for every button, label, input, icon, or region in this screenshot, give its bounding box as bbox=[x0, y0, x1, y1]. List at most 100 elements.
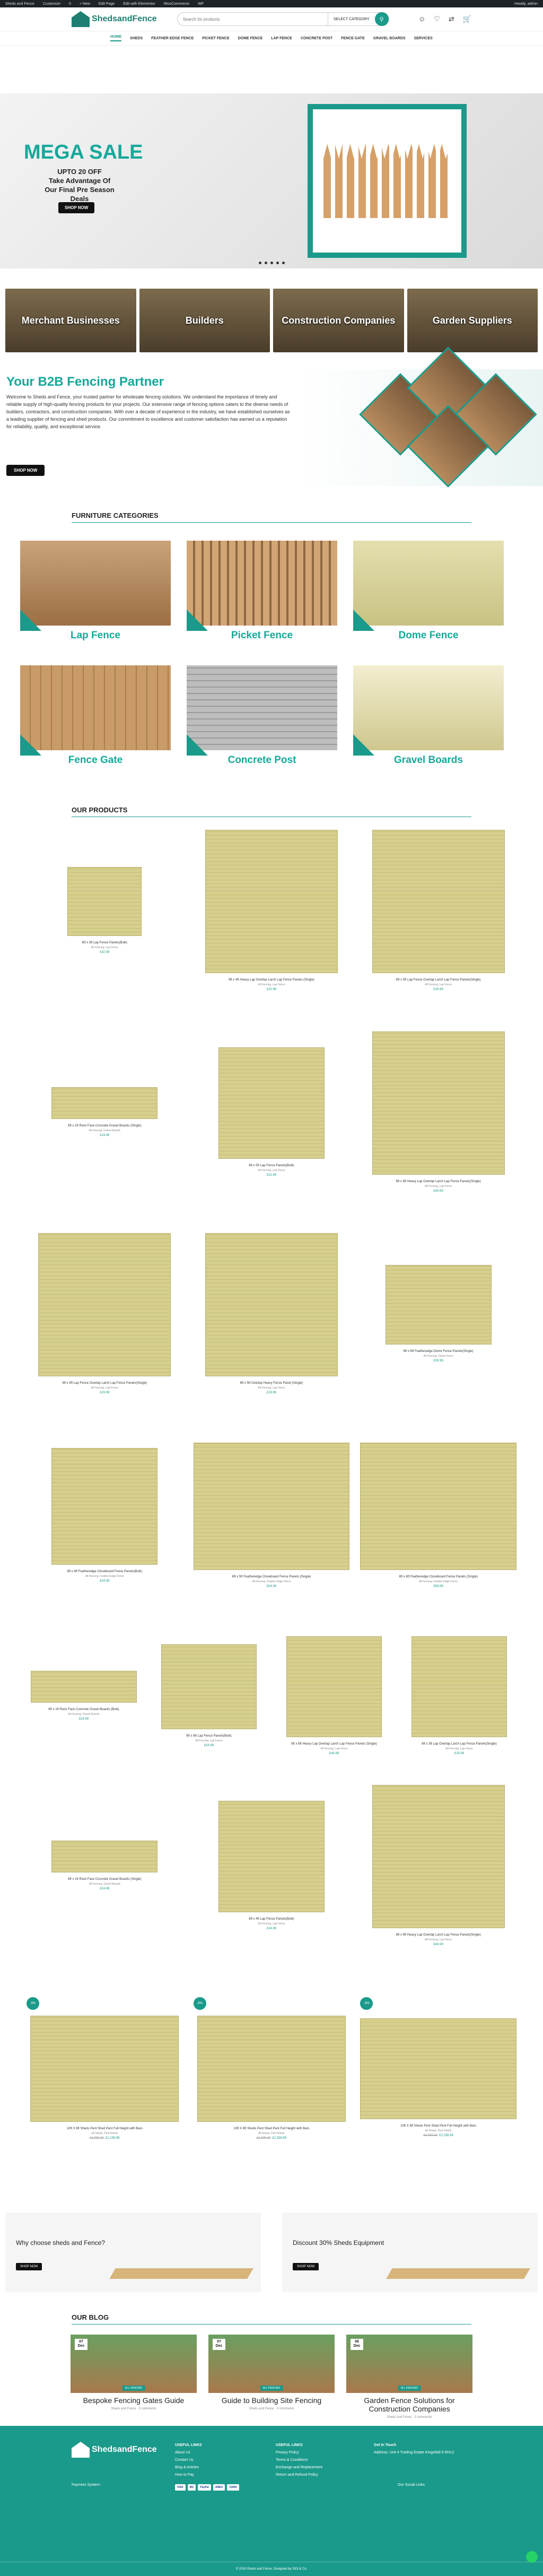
product-card[interactable]: 6ft x 4ft Lap Fence Panels(Bulk) All Fenc… bbox=[188, 1785, 355, 1930]
product-name[interactable]: 6ft x 1ft Rock Face Concrete Gravel Boar… bbox=[21, 1124, 188, 1127]
product-name[interactable]: 6ft x 1ft Rock Face Concrete Gravel Boar… bbox=[21, 1708, 146, 1711]
product-name[interactable]: 6ft x 4ft Lap Fence Panels(Bulk) bbox=[188, 1918, 355, 1921]
compare-icon[interactable]: ⇄ bbox=[449, 15, 454, 23]
product-card[interactable]: 6ft x 5ft Lap Fence Overlap Larch Lap Fe… bbox=[355, 830, 522, 991]
nav-item-sheds[interactable]: SHEDS bbox=[130, 37, 143, 40]
blog-post[interactable]: 06 Dec ALL FENCING Garden Fence Solutions … bbox=[346, 2335, 472, 2419]
product-image[interactable] bbox=[360, 2018, 516, 2119]
nav-item-feather-edge[interactable]: FEATHER EDGE FENCE bbox=[151, 37, 194, 40]
product-card[interactable]: 6ft x 5ft Lap Fence Panels(Bulk) All Fenc… bbox=[188, 1031, 355, 1177]
product-name[interactable]: 6ft x 4ft Heavy Lap Overlap Larch Lap Fe… bbox=[188, 978, 355, 982]
product-card[interactable]: -9% 10ft X 8ft Sheds Pent Shed Pent Full … bbox=[188, 1997, 355, 2140]
search-input[interactable] bbox=[182, 16, 328, 22]
footer-link[interactable]: Contact Us bbox=[175, 2457, 202, 2464]
product-name[interactable]: 6ft x 5ft Lap Fence Panels(Bulk) bbox=[188, 1164, 355, 1167]
product-name[interactable]: 6ft x 6ft Heavy Lap Overlap Larch Lap Fe… bbox=[272, 1742, 397, 1746]
product-image[interactable] bbox=[30, 2016, 179, 2122]
tile-merchant[interactable]: Merchant Businesses bbox=[5, 289, 136, 352]
product-card[interactable]: 6ft x 3ft Lap Fence Panels(Bulk) All Fenc… bbox=[21, 830, 188, 954]
product-image[interactable] bbox=[218, 1801, 325, 1912]
b2b-shop-button[interactable]: SHOP NOW bbox=[6, 465, 45, 476]
admin-user[interactable]: Howdy, admin bbox=[514, 2, 538, 6]
account-icon[interactable]: ☺ bbox=[418, 15, 425, 23]
footer-logo[interactable]: ShedsandFence bbox=[72, 2442, 157, 2458]
search-button[interactable]: ⚲ bbox=[374, 12, 389, 26]
product-card[interactable]: 6ft x 6ft Featheredge Closeboard Fence P… bbox=[355, 1435, 522, 1588]
product-name[interactable]: 6ft x 5ft Lap Fence Overlap Larch Lap Fe… bbox=[21, 1382, 188, 1385]
nav-item-home[interactable]: HOME bbox=[110, 35, 122, 41]
product-card[interactable]: 6ft x 6ft Heavy Lap Overlap Larch Lap Fe… bbox=[355, 1785, 522, 1946]
product-card[interactable]: 6ft x 5ft Overlap Heavy Fence Panel (Sin… bbox=[188, 1233, 355, 1394]
hero-shop-button[interactable]: SHOP NOW bbox=[58, 202, 95, 213]
product-name[interactable]: 6ft x 1ft Rock Face Concrete Gravel Boar… bbox=[21, 1878, 188, 1881]
product-name[interactable]: 10ft X 8ft Sheds Pent Shed Pent Full Hei… bbox=[188, 2127, 355, 2130]
footer-link[interactable]: Privacy Policy bbox=[276, 2449, 322, 2457]
product-name[interactable]: 6ft x 5ft Lap Fence Overlap Larch Lap Fe… bbox=[355, 978, 522, 982]
product-image[interactable] bbox=[205, 1233, 338, 1376]
category-card[interactable]: Dome Fence bbox=[353, 541, 504, 649]
blog-post[interactable]: 07 Dec ALL FENCING Bespoke Fencing Gates G… bbox=[71, 2335, 197, 2419]
nav-item-gate[interactable]: FENCE GATE bbox=[341, 37, 365, 40]
product-card[interactable]: 6ft x 1ft Rock Face Concrete Gravel Boar… bbox=[21, 1615, 146, 1721]
footer-link[interactable]: Exchange and Replacement bbox=[276, 2464, 322, 2471]
slider-dot[interactable] bbox=[276, 262, 279, 264]
product-name[interactable]: 6ft x 6ft Heavy Lap Overlap Larch Lap Fe… bbox=[355, 1933, 522, 1937]
tile-construction[interactable]: Construction Companies bbox=[273, 289, 404, 352]
slider-dot[interactable] bbox=[282, 262, 285, 264]
tile-builders[interactable]: Builders bbox=[139, 289, 270, 352]
product-card[interactable]: 6ft x 6ft Heavy Lap Overlap Larch Lap Fe… bbox=[355, 1031, 522, 1193]
product-name[interactable]: 6ft x 3ft Lap Overlap Larch Lap Fence Pa… bbox=[397, 1742, 522, 1746]
nav-item-dome[interactable]: DOME FENCE bbox=[238, 37, 263, 40]
category-card[interactable]: Lap Fence bbox=[20, 541, 171, 649]
product-image[interactable] bbox=[372, 830, 505, 973]
product-image[interactable] bbox=[372, 1031, 505, 1175]
product-image[interactable] bbox=[51, 1448, 158, 1565]
admin-woo[interactable]: WooCommerce bbox=[164, 2, 190, 6]
product-card[interactable]: 6ft x 1ft Rock Face Concrete Gravel Boar… bbox=[21, 1031, 188, 1137]
category-card[interactable]: Concrete Post bbox=[187, 665, 337, 774]
product-image[interactable] bbox=[197, 2016, 346, 2122]
slider-dot[interactable] bbox=[258, 262, 261, 264]
product-image[interactable] bbox=[193, 1443, 350, 1570]
promo-shop-button[interactable]: SHOP NOW bbox=[16, 2263, 42, 2270]
nav-item-gravel[interactable]: GRAVEL BOARDS bbox=[373, 37, 406, 40]
footer-link[interactable]: Terms & Conditions bbox=[276, 2457, 322, 2464]
product-name[interactable]: 6ft x 5ft Overlap Heavy Fence Panel (Sin… bbox=[188, 1382, 355, 1385]
product-image[interactable] bbox=[385, 1265, 492, 1345]
nav-item-services[interactable]: SERVICES bbox=[414, 37, 433, 40]
footer-link[interactable]: About Us bbox=[175, 2449, 202, 2457]
footer-link[interactable]: Blog & Articles bbox=[175, 2464, 202, 2471]
admin-edit-elementor[interactable]: Edit with Elementor bbox=[123, 2, 155, 6]
admin-customize[interactable]: Customize bbox=[43, 2, 60, 6]
product-name[interactable]: 6ft x 6ft Featheredge Closeboard Fence P… bbox=[355, 1575, 522, 1578]
category-card[interactable]: Fence Gate bbox=[20, 665, 171, 774]
product-name[interactable]: 10ft X 6ft Sheds Pent Shed Pent Full Hei… bbox=[21, 2127, 188, 2130]
slider-dot[interactable] bbox=[270, 262, 273, 264]
footer-link[interactable]: How to Pay bbox=[175, 2471, 202, 2479]
nav-item-concrete[interactable]: CONCRETE POST bbox=[301, 37, 332, 40]
product-card[interactable]: 6ft x 3ft Lap Overlap Larch Lap Fence Pa… bbox=[397, 1615, 522, 1755]
product-image[interactable] bbox=[218, 1047, 325, 1159]
wishlist-icon[interactable]: ♡ bbox=[434, 15, 440, 23]
nav-item-lap[interactable]: LAP FENCE bbox=[271, 37, 292, 40]
tile-garden[interactable]: Garden Suppliers bbox=[407, 289, 538, 352]
post-title[interactable]: Guide to Building Site Fencing bbox=[208, 2396, 335, 2405]
product-card[interactable]: 6ft x 1ft Rock Face Concrete Gravel Boar… bbox=[21, 1785, 188, 1890]
search-category-select[interactable]: SELECT CATEGORY bbox=[328, 13, 375, 25]
blog-post[interactable]: 07 Dec ALL FENCING Guide to Building Site … bbox=[208, 2335, 335, 2419]
site-logo[interactable]: ShedsandFence bbox=[72, 11, 157, 27]
product-image[interactable] bbox=[411, 1636, 507, 1737]
product-card[interactable]: 6ft x 4ft Heavy Lap Overlap Larch Lap Fe… bbox=[188, 830, 355, 991]
category-card[interactable]: Picket Fence bbox=[187, 541, 337, 649]
slider-dot[interactable] bbox=[264, 262, 267, 264]
product-card[interactable]: 6ft x 6ft Featheredge Dome Fence Panels(… bbox=[355, 1233, 522, 1363]
post-title[interactable]: Bespoke Fencing Gates Guide bbox=[71, 2396, 197, 2405]
post-title[interactable]: Garden Fence Solutions for Construction … bbox=[346, 2396, 472, 2413]
product-image[interactable] bbox=[31, 1671, 137, 1703]
product-name[interactable]: 6ft x 6ft Featheredge Dome Fence Panels(… bbox=[355, 1350, 522, 1353]
admin-new[interactable]: + New bbox=[80, 2, 90, 6]
admin-wp[interactable]: WP bbox=[198, 2, 204, 6]
whatsapp-icon[interactable] bbox=[526, 2551, 538, 2563]
promo-shop-button[interactable]: SHOP NOW bbox=[293, 2263, 319, 2270]
product-image[interactable] bbox=[161, 1644, 257, 1729]
